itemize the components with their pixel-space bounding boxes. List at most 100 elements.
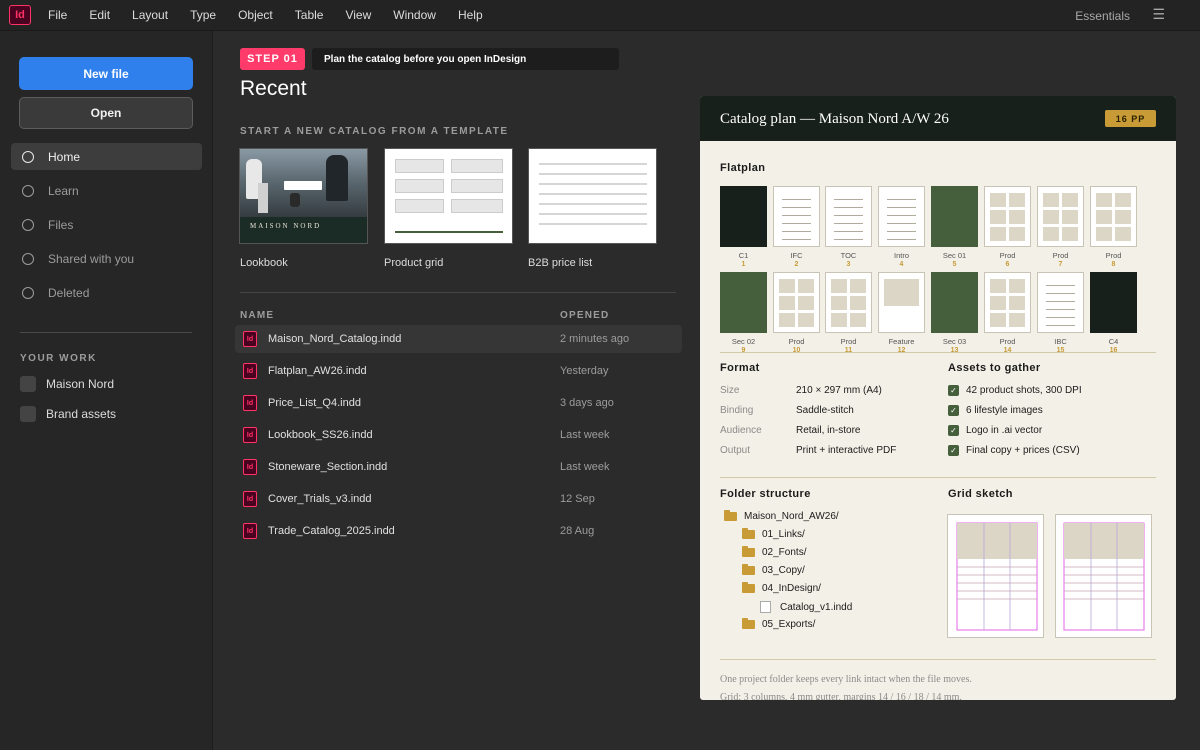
- flatplan-page-label: C1 1: [717, 251, 770, 269]
- page-label-text: Prod: [999, 337, 1016, 346]
- panel-title: Catalog plan — Maison Nord A/W 26: [720, 111, 949, 127]
- file-row[interactable]: Id Flatplan_AW26.indd Yesterday: [235, 357, 682, 385]
- flatplan-page-label: Intro 4: [875, 251, 928, 269]
- menu-table[interactable]: Table: [295, 8, 324, 22]
- workspace-switcher[interactable]: Essentials: [1075, 9, 1130, 23]
- flatplan-page[interactable]: [1037, 272, 1084, 333]
- flatplan-page[interactable]: [984, 272, 1031, 333]
- page-label-text: Intro: [893, 251, 909, 260]
- flatplan-page[interactable]: [984, 186, 1031, 247]
- folder-icon: [742, 564, 755, 575]
- page-label-text: IFC: [790, 251, 803, 260]
- template-label-product-grid: Product grid: [384, 257, 444, 269]
- folder-label: 05_Exports/: [762, 619, 816, 630]
- page-number: 16: [1109, 347, 1118, 354]
- sidebar-item-learn[interactable]: Learn: [11, 177, 202, 204]
- panel-footnote: One project folder keeps every link inta…: [720, 674, 972, 685]
- page-label-text: Prod: [1105, 251, 1122, 260]
- flatplan-page[interactable]: [931, 186, 978, 247]
- checkbox-checked-icon[interactable]: ✓: [948, 425, 959, 436]
- hamburger-icon[interactable]: ☰: [1152, 6, 1165, 23]
- file-row[interactable]: Id Cover_Trials_v3.indd 12 Sep: [235, 485, 682, 513]
- grid-sketch-left-page: [947, 514, 1044, 638]
- menu-type[interactable]: Type: [190, 8, 216, 22]
- asset-checklist-item[interactable]: ✓ 42 product shots, 300 DPI: [948, 385, 1082, 396]
- flatplan-page-label: Prod 6: [981, 251, 1034, 269]
- menu-view[interactable]: View: [345, 8, 371, 22]
- folder-icon: [742, 582, 755, 593]
- menu-file[interactable]: File: [48, 8, 67, 22]
- folder-item: 02_Fonts/: [742, 546, 807, 558]
- file-row[interactable]: Id Maison_Nord_Catalog.indd 2 minutes ag…: [235, 325, 682, 353]
- work-item-brand-assets[interactable]: Brand assets: [20, 406, 116, 422]
- page-number: 6: [1005, 261, 1010, 268]
- flatplan-page[interactable]: [825, 272, 872, 333]
- folder-icon: [742, 618, 755, 629]
- column-header-opened[interactable]: OPENED: [560, 310, 609, 321]
- template-lookbook[interactable]: MAISON NORD: [239, 148, 368, 244]
- file-row[interactable]: Id Trade_Catalog_2025.indd 28 Aug: [235, 517, 682, 545]
- folder-label: 02_Fonts/: [762, 547, 807, 558]
- file-opened: Last week: [560, 429, 610, 441]
- flatplan-page[interactable]: [1090, 186, 1137, 247]
- flatplan-page[interactable]: [720, 186, 767, 247]
- checkbox-checked-icon[interactable]: ✓: [948, 385, 959, 396]
- asset-label: 6 lifestyle images: [966, 405, 1043, 416]
- flatplan-page[interactable]: [773, 186, 820, 247]
- work-item-maison-nord[interactable]: Maison Nord: [20, 376, 114, 392]
- menu-help[interactable]: Help: [458, 8, 483, 22]
- page-label-text: Sec 03: [942, 337, 967, 346]
- file-row[interactable]: Id Price_List_Q4.indd 3 days ago: [235, 389, 682, 417]
- page-label-text: Sec 01: [942, 251, 967, 260]
- format-value: 210 × 297 mm (A4): [796, 385, 882, 396]
- menu-window[interactable]: Window: [393, 8, 436, 22]
- indd-file-icon: Id: [243, 491, 257, 507]
- column-header-name[interactable]: NAME: [240, 310, 274, 321]
- sidebar-item-deleted[interactable]: Deleted: [11, 279, 202, 306]
- page-number: 15: [1056, 347, 1065, 354]
- indesign-logo[interactable]: Id: [9, 5, 31, 25]
- flatplan-page[interactable]: [1090, 272, 1137, 333]
- sidebar-item-shared[interactable]: Shared with you: [11, 245, 202, 272]
- flatplan-page[interactable]: [825, 186, 872, 247]
- checkbox-checked-icon[interactable]: ✓: [948, 405, 959, 416]
- flatplan-page[interactable]: [931, 272, 978, 333]
- sidebar-item-home[interactable]: Home: [11, 143, 202, 170]
- template-label-lookbook: Lookbook: [240, 257, 288, 269]
- page-number: 12: [897, 347, 906, 354]
- flatplan-page[interactable]: [720, 272, 767, 333]
- asset-checklist-item[interactable]: ✓ Logo in .ai vector: [948, 425, 1042, 436]
- folder-label: 01_Links/: [762, 529, 805, 540]
- open-button[interactable]: Open: [19, 97, 193, 129]
- file-name: Flatplan_AW26.indd: [268, 365, 367, 377]
- menu-object[interactable]: Object: [238, 8, 273, 22]
- asset-checklist-item[interactable]: ✓ 6 lifestyle images: [948, 405, 1043, 416]
- sidebar-item-files[interactable]: Files: [11, 211, 202, 238]
- sidebar: New file Open Home Learn Files Shared wi…: [0, 31, 213, 750]
- flatplan-page[interactable]: [878, 272, 925, 333]
- file-item: Catalog_v1.indd: [760, 601, 852, 613]
- template-product-grid[interactable]: [384, 148, 513, 244]
- menu-edit[interactable]: Edit: [89, 8, 110, 22]
- new-file-button[interactable]: New file: [19, 57, 193, 90]
- indd-file-icon: Id: [243, 523, 257, 539]
- menu-layout[interactable]: Layout: [132, 8, 168, 22]
- asset-checklist-item[interactable]: ✓ Final copy + prices (CSV): [948, 445, 1080, 456]
- flatplan-page-label: IFC 2: [770, 251, 823, 269]
- page-label-text: IBC: [1054, 337, 1067, 346]
- flatplan-page[interactable]: [1037, 186, 1084, 247]
- grid-sketch-heading: Grid sketch: [948, 488, 1013, 500]
- format-key: Binding: [720, 405, 754, 416]
- file-row[interactable]: Id Stoneware_Section.indd Last week: [235, 453, 682, 481]
- template-b2b-price-list[interactable]: [528, 148, 657, 244]
- indd-file-icon: Id: [243, 395, 257, 411]
- page-count-badge: 16 PP: [1105, 110, 1156, 127]
- flatplan-page[interactable]: [878, 186, 925, 247]
- file-row[interactable]: Id Lookbook_SS26.indd Last week: [235, 421, 682, 449]
- page-number: 5: [952, 261, 957, 268]
- format-heading: Format: [720, 362, 760, 374]
- checkbox-checked-icon[interactable]: ✓: [948, 445, 959, 456]
- flatplan-page[interactable]: [773, 272, 820, 333]
- catalog-plan-panel: Catalog plan — Maison Nord A/W 26 16 PP …: [700, 96, 1176, 700]
- flatplan-heading: Flatplan: [720, 162, 766, 174]
